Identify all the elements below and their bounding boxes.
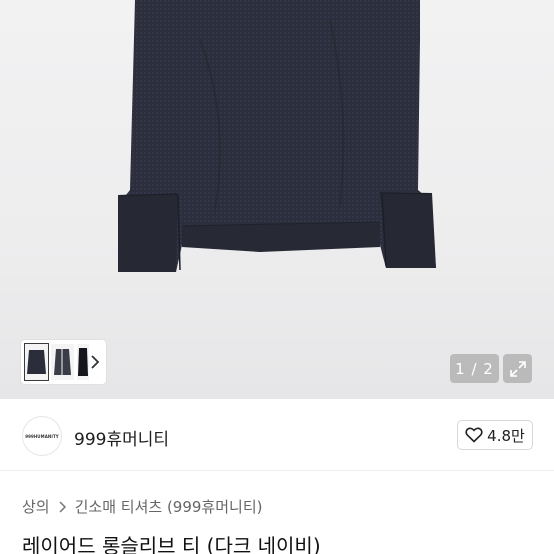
chevron-right-icon[interactable]	[90, 355, 100, 369]
like-button[interactable]: 4.8만	[457, 420, 533, 450]
breadcrumb-sub-category[interactable]: 긴소매 티셔츠 (999휴머니티)	[75, 496, 263, 517]
product-title: 레이어드 롱슬리브 티 (다크 네이비)	[22, 534, 321, 554]
like-count: 4.8만	[487, 426, 525, 445]
heart-icon	[465, 427, 483, 443]
thumbnail-3[interactable]	[77, 344, 89, 380]
store-logo[interactable]: 999HUMANITY	[22, 416, 62, 456]
zoom-button[interactable]	[503, 354, 532, 383]
breadcrumb: 상의 긴소매 티셔츠 (999휴머니티)	[22, 496, 262, 517]
thumbnail-1[interactable]	[24, 343, 49, 381]
product-image-gallery[interactable]: 1 / 2	[0, 0, 554, 399]
store-logo-text: 999HUMANITY	[25, 433, 59, 439]
thumbnail-strip[interactable]	[21, 340, 106, 384]
image-pager: 1 / 2	[450, 354, 499, 383]
chevron-right-icon	[59, 500, 66, 513]
store-info[interactable]: 999HUMANITY 999휴머니티 4.8만	[0, 399, 554, 471]
store-name[interactable]: 999휴머니티	[74, 425, 169, 450]
breadcrumb-top-category[interactable]: 상의	[22, 496, 50, 517]
expand-icon	[509, 360, 526, 377]
thumbnail-2[interactable]	[51, 344, 74, 380]
